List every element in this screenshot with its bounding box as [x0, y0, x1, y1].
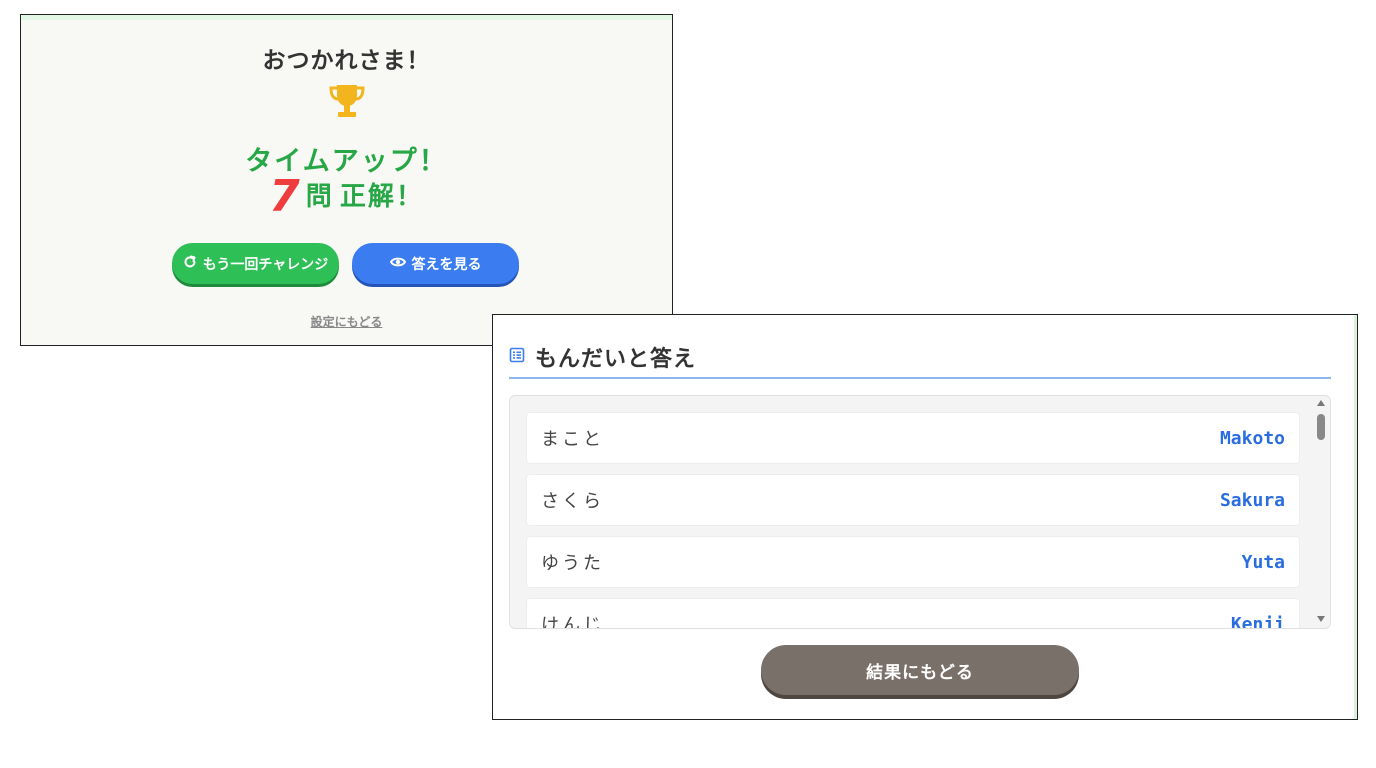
result-window: おつかれさま！ タイムアップ！ 7 問正解！ もう一回チャレンジ 答えを見る 設…	[20, 14, 673, 346]
score-text: 正解！	[339, 182, 424, 212]
list-item: けんじ Kenji	[526, 598, 1300, 629]
back-to-results-button[interactable]: 結果にもどる	[761, 645, 1079, 695]
right-accent-strip	[1354, 315, 1357, 719]
scroll-up-arrow-icon[interactable]	[1317, 400, 1325, 406]
show-answers-button[interactable]: 答えを見る	[352, 243, 519, 284]
scroll-down-arrow-icon[interactable]	[1317, 616, 1325, 622]
answers-header: もんだいと答え	[509, 337, 1331, 379]
question-text: まこと	[541, 429, 604, 450]
scroll-thumb[interactable]	[1317, 414, 1325, 440]
answers-title: もんだいと答え	[535, 347, 697, 372]
score-unit: 問	[305, 182, 332, 212]
list-item: ゆうた Yuta	[526, 536, 1300, 588]
question-text: けんじ	[541, 615, 604, 629]
trophy-icon	[21, 81, 672, 129]
question-text: さくら	[541, 491, 604, 512]
retry-label: もう一回チャレンジ	[202, 256, 329, 273]
answer-text: Kenji	[1230, 613, 1285, 629]
answers-window: もんだいと答え まこと Makoto さくら Sakura ゆうた Yuta け…	[492, 314, 1358, 720]
answers-list[interactable]: まこと Makoto さくら Sakura ゆうた Yuta けんじ Kenji	[509, 395, 1331, 629]
answer-text: Yuta	[1241, 551, 1285, 573]
list-scrollbar[interactable]	[1314, 398, 1328, 626]
answer-text: Sakura	[1219, 489, 1285, 511]
question-text: ゆうた	[541, 553, 604, 574]
retry-button[interactable]: もう一回チャレンジ	[172, 243, 339, 284]
top-accent-strip	[21, 15, 672, 20]
list-item: さくら Sakura	[526, 474, 1300, 526]
show-answers-label: 答えを見る	[411, 256, 482, 273]
score-line: 7 問正解！	[21, 171, 672, 222]
eye-icon	[389, 255, 406, 273]
answer-text: Makoto	[1219, 427, 1285, 449]
score-number: 7	[269, 171, 300, 222]
list-icon	[509, 347, 525, 367]
result-title: おつかれさま！	[262, 48, 431, 74]
refresh-icon	[183, 255, 197, 273]
list-item: まこと Makoto	[526, 412, 1300, 464]
